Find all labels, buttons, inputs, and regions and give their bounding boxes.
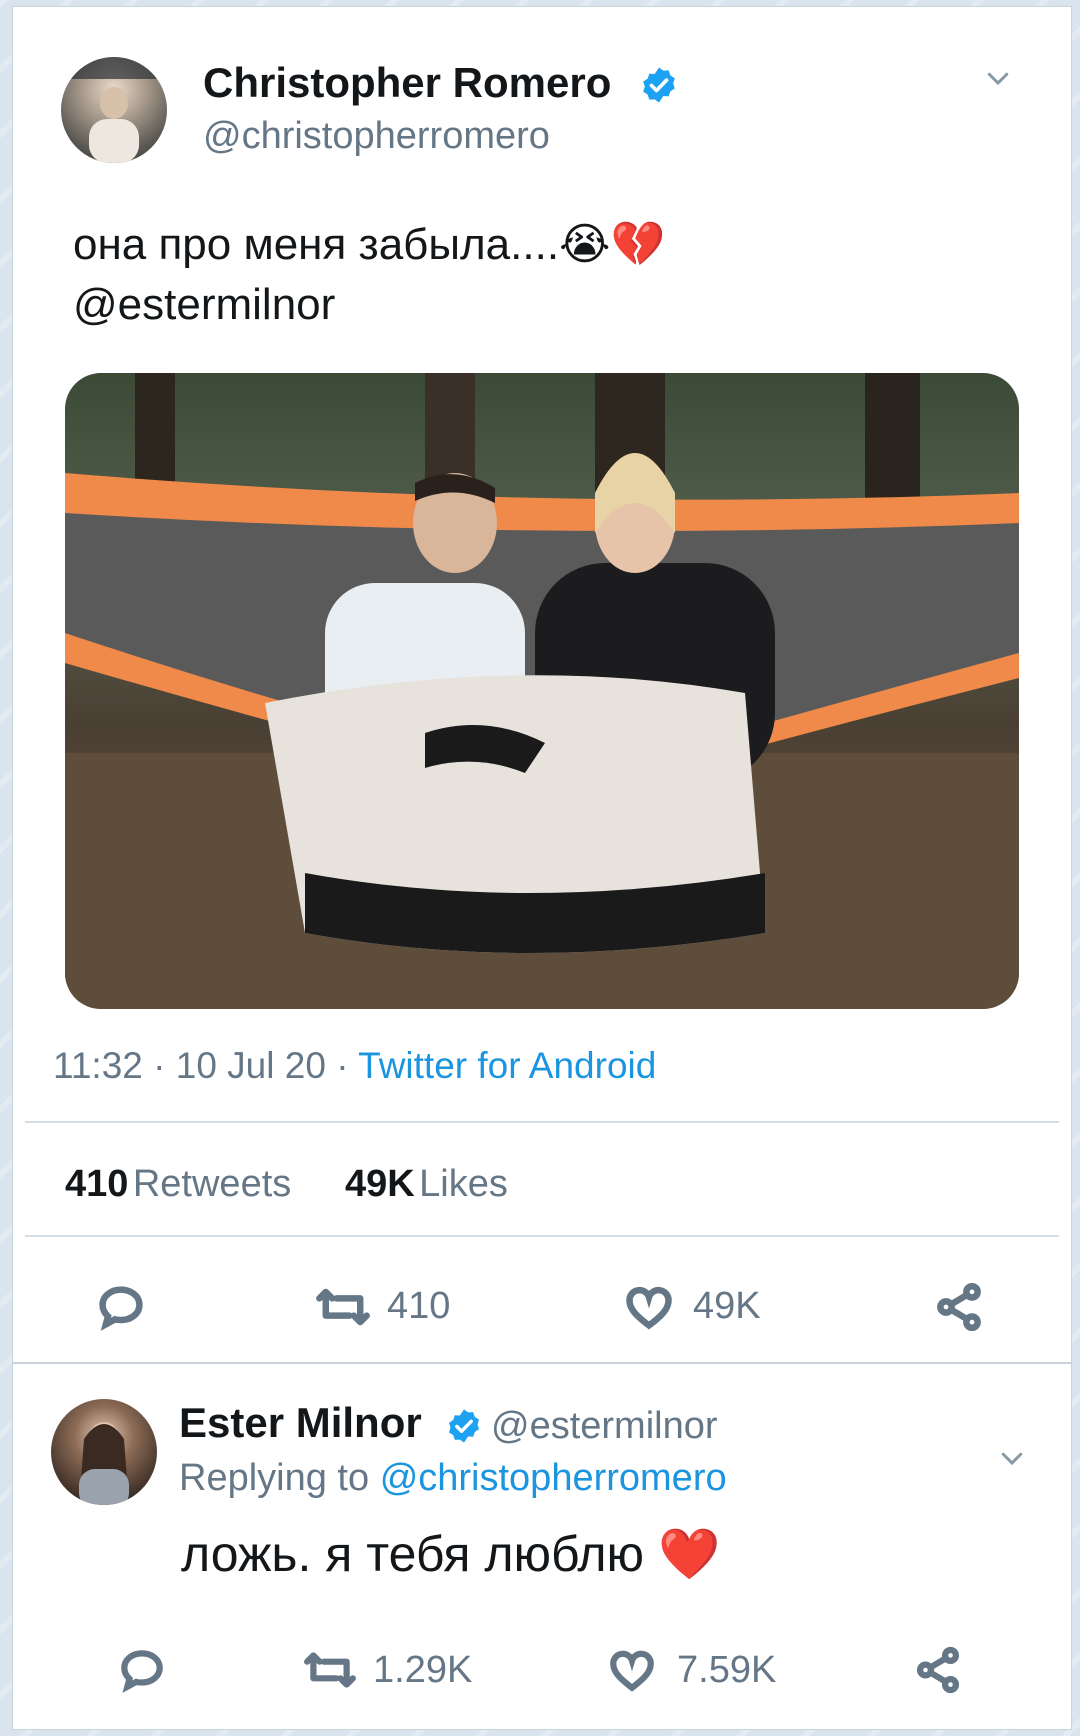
meta-dot: ·: [153, 1045, 176, 1086]
like-action-count: 49K: [693, 1285, 761, 1327]
retweets-label: Retweets: [132, 1163, 292, 1205]
author-avatar[interactable]: [61, 57, 167, 163]
tweet-date[interactable]: 10 Jul 20: [176, 1045, 326, 1086]
reply-icon[interactable]: [95, 1281, 147, 1333]
tweet-meta: 11:32 · 10 Jul 20 · Twitter for Android: [53, 1045, 656, 1087]
reply-text: ложь. я тебя люблю ❤️: [181, 1526, 721, 1582]
retweet-icon[interactable]: [315, 1281, 371, 1333]
tweet-card: Christopher Romero @christopherromero он…: [12, 6, 1072, 1730]
reply-author-handle[interactable]: @estermilnor: [491, 1405, 718, 1448]
retweets-stat[interactable]: 410 Retweets: [65, 1163, 291, 1206]
likes-label: Likes: [419, 1163, 508, 1205]
reply-like-count: 7.59K: [677, 1649, 777, 1691]
tweet-time: 11:32: [53, 1045, 143, 1086]
retweets-count: 410: [65, 1163, 129, 1205]
replying-prefix: Replying to: [179, 1457, 370, 1499]
likes-count: 49K: [345, 1163, 415, 1205]
author-handle[interactable]: @christopherromero: [203, 115, 550, 158]
divider: [25, 1235, 1059, 1237]
verified-badge-icon: [448, 1409, 480, 1443]
reply-author-name[interactable]: Ester Milnor: [179, 1399, 422, 1447]
retweet-icon[interactable]: [303, 1645, 357, 1695]
section-divider: [13, 1362, 1071, 1364]
replying-to: Replying to @christopherromero: [179, 1457, 727, 1500]
share-icon[interactable]: [913, 1645, 963, 1695]
replying-to-handle[interactable]: @christopherromero: [380, 1457, 727, 1499]
tweet-source[interactable]: Twitter for Android: [358, 1045, 656, 1086]
tweet-text-mention[interactable]: @estermilnor: [73, 275, 335, 335]
chevron-down-icon[interactable]: [983, 63, 1013, 93]
like-heart-icon[interactable]: [623, 1281, 675, 1333]
reply-author-avatar[interactable]: [51, 1399, 157, 1505]
like-heart-icon[interactable]: [607, 1645, 657, 1695]
verified-badge-icon: [643, 67, 675, 103]
meta-dot: ·: [336, 1045, 359, 1086]
divider: [25, 1121, 1059, 1123]
likes-stat[interactable]: 49K Likes: [345, 1163, 508, 1206]
author-name[interactable]: Christopher Romero: [203, 59, 611, 107]
tweet-text-line1: она про меня забыла....😭💔: [73, 220, 666, 269]
share-icon[interactable]: [933, 1281, 985, 1333]
retweet-action-count: 410: [387, 1285, 451, 1327]
reply-icon[interactable]: [117, 1645, 167, 1695]
tweet-photo[interactable]: [65, 373, 1019, 1009]
chevron-down-icon[interactable]: [997, 1443, 1027, 1473]
reply-retweet-count: 1.29K: [373, 1649, 473, 1691]
